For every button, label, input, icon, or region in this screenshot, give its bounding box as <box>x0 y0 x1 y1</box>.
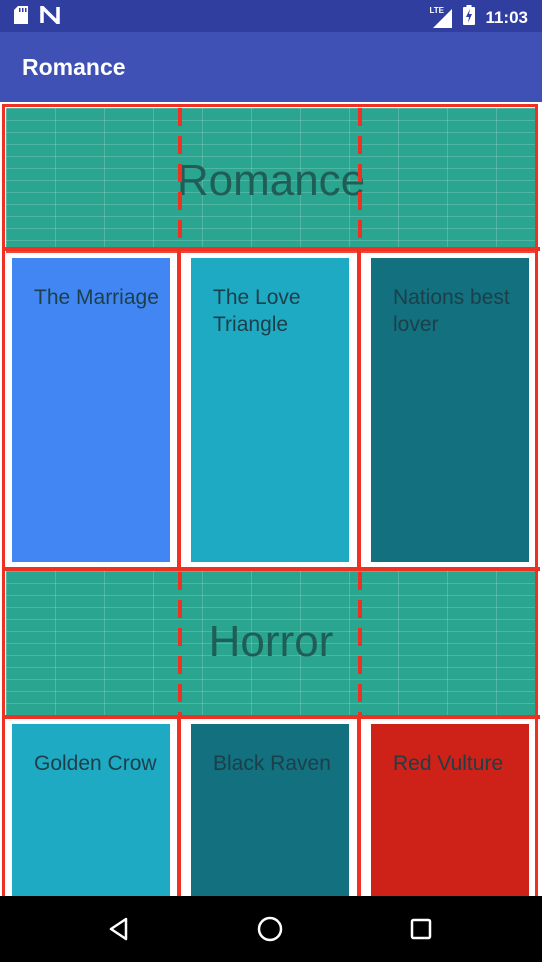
layout-guide-divider <box>177 250 181 570</box>
layout-guide-divider <box>357 250 361 570</box>
status-bar: LTE 11:03 <box>0 0 542 32</box>
layout-guide-dashed <box>358 108 362 248</box>
battery-charging-icon <box>463 5 476 30</box>
back-icon[interactable] <box>102 912 136 946</box>
signal-icon: LTE <box>429 6 453 29</box>
layout-guide-divider <box>2 567 540 571</box>
layout-guide-border <box>2 104 538 896</box>
status-time: 11:03 <box>485 7 528 27</box>
layout-guide-divider <box>2 715 540 719</box>
layout-guide-divider <box>6 250 538 253</box>
n-notification-icon <box>40 2 60 29</box>
layout-guide-divider <box>357 717 361 896</box>
layout-guide-dashed <box>178 108 182 248</box>
layout-guide-dashed <box>358 572 362 716</box>
content-area[interactable]: Romance The Marriage The Love Triangle N… <box>0 102 542 896</box>
app-title: Romance <box>22 54 126 80</box>
layout-guide-divider <box>177 717 181 896</box>
app-bar: Romance <box>0 32 542 102</box>
home-icon[interactable] <box>253 912 287 946</box>
sd-card-icon <box>14 6 28 29</box>
layout-guide-dashed <box>178 572 182 716</box>
recents-icon[interactable] <box>404 912 438 946</box>
navigation-bar <box>0 896 542 962</box>
